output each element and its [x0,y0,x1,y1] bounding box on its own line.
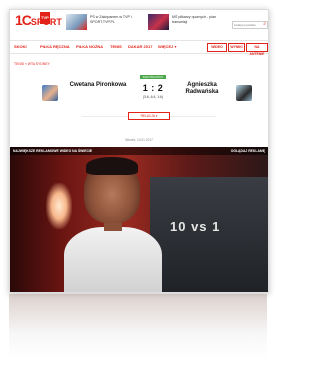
nav-item-skoki[interactable]: SKOKI [14,44,27,49]
nav-item-pilka-reczna[interactable]: PIŁKA RĘCZNA [40,44,70,49]
page-reflection [9,294,267,360]
match-status-badge: ZAKOŃCZONY [140,75,166,79]
nav-item-wiecej[interactable]: WIĘCEJ ▾ [158,44,176,49]
logo-number: 1C [15,12,32,28]
page-card: 1CSPORT TVP PŚ w Zakopanem w TVP i SPORT… [9,9,269,293]
nav-item-dakar[interactable]: DAKAR 2017 [128,44,152,49]
breadcrumb[interactable]: TENIS » WTA SYDNEY [14,62,50,66]
relacja-dropdown-button[interactable]: RELACJA ▾ [128,112,170,120]
player1-name[interactable]: Cwetana Pironkowa [68,82,128,89]
match-score: 1 : 2 [142,83,164,93]
search-icon[interactable]: ⌕ [263,22,266,27]
nav-item-pilka-nozna[interactable]: PIŁKA NOŻNA [76,44,103,49]
match-scoreboard: Cwetana Pironkowa ZAKOŃCZONY 1 : 2 (3:6,… [10,70,268,132]
video-player-shirt [64,227,162,292]
promo-text: PŚ w Zakopanem w TVP i SPORT.TVP.PL [90,15,132,24]
nav-wideo-button[interactable]: WIDEO [207,43,227,52]
main-nav: SKOKI PIŁKA RĘCZNA PIŁKA NOŻNA TENIS DAK… [10,40,268,56]
video-watch-ad-label[interactable]: OGLĄDAJ REKLAMĘ [231,149,265,153]
search-input[interactable] [234,22,260,27]
player1-photo [42,85,58,101]
video-player-hair [86,157,138,175]
reflection-ghost [9,294,267,334]
promo-text: MŚ piłkarzy ręcznych - plan transmisji [172,15,216,24]
video-overlay-text: 10 vs 1 [170,219,221,234]
promo-ski-jumping[interactable]: PŚ w Zakopanem w TVP i SPORT.TVP.PL [66,14,146,30]
match-date: Wtorek, 10.01.2017 [125,138,153,142]
video-background-locker [150,177,268,292]
player2-photo [236,85,252,101]
promo-thumbnail [66,14,87,30]
video-title-label: NAJWIĘKSZE REKLAMOWE WIDEO NA ŚWIECIE [13,149,93,153]
set-scores: (3:6, 6:4, 1:6) [142,95,164,99]
nav-item-tenis[interactable]: TENIS [110,44,122,49]
player2-name[interactable]: Agnieszka Radwańska [172,82,232,96]
sport-tvp-logo[interactable]: 1CSPORT TVP [15,12,62,28]
logo-tvp-badge: TVP [40,12,50,24]
promo-handball[interactable]: MŚ piłkarzy ręcznych - plan transmisji [148,14,232,30]
search-box[interactable]: ⌕ [232,21,268,29]
top-bar: 1CSPORT TVP PŚ w Zakopanem w TVP i SPORT… [10,10,268,36]
nav-na-antenie-button[interactable]: NA ANTENIE [246,43,268,56]
nav-wyniki-button[interactable]: WYNIKI [228,43,245,52]
video-background-light [46,183,72,229]
promo-thumbnail [148,14,169,30]
video-top-bar: NAJWIĘKSZE REKLAMOWE WIDEO NA ŚWIECIE OG… [10,147,268,155]
video-player[interactable]: 10 vs 1 NAJWIĘKSZE REKLAMOWE WIDEO NA ŚW… [10,147,268,292]
